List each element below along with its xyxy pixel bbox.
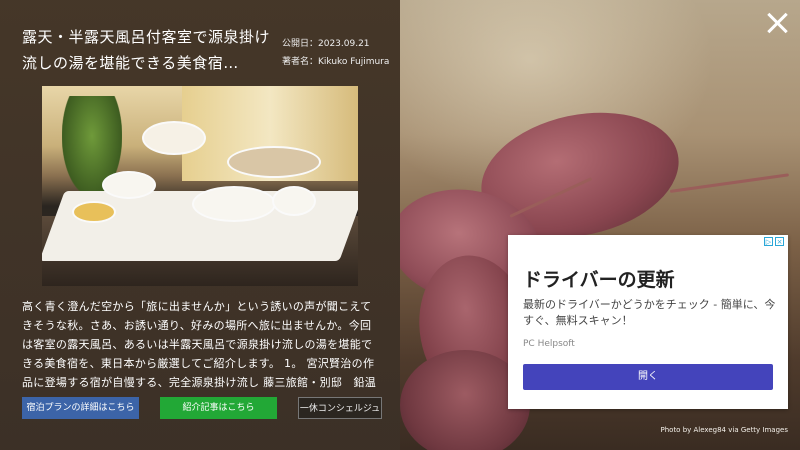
article-title: 露天・半露天風呂付客室で源泉掛け流しの湯を堪能できる美食宿… (22, 28, 271, 72)
article-link-button[interactable]: 紹介記事はこちら (160, 397, 277, 419)
ad-body: 最新のドライバーかどうかをチェック - 簡単に、今すぐ、無料スキャン！ (523, 298, 776, 327)
ad-close-icon[interactable]: × (775, 237, 784, 246)
photo-credit: Photo by Alexeg84 via Getty Images (660, 426, 789, 434)
ad-title: ドライバーの更新 (523, 269, 675, 291)
ad-choices[interactable]: ▷ × (764, 237, 784, 246)
author-name: 著者名：Kikuko Fujimura (282, 57, 390, 67)
ad-source: PC Helpsoft (523, 339, 575, 349)
adchoices-icon[interactable]: ▷ (764, 237, 773, 246)
article-hero-image (42, 86, 358, 286)
ad-open-button[interactable]: 開く (523, 364, 773, 390)
plan-details-button[interactable]: 宿泊プランの詳細はこちら (22, 397, 139, 419)
article-panel: 露天・半露天風呂付客室で源泉掛け流しの湯を堪能できる美食宿… 公開日：2023.… (0, 0, 400, 450)
concierge-button[interactable]: 一休コンシェルジュ (298, 397, 382, 419)
publish-date: 公開日：2023.09.21 (282, 39, 370, 49)
article-description: 高く青く澄んだ空から「旅に出ませんか」という誘いの声が聞こえてきそうな秋。さあ、… (22, 300, 377, 389)
ad-card[interactable]: ▷ × ドライバーの更新 最新のドライバーかどうかをチェック - 簡単に、今すぐ… (508, 235, 788, 409)
close-icon[interactable] (764, 10, 790, 36)
